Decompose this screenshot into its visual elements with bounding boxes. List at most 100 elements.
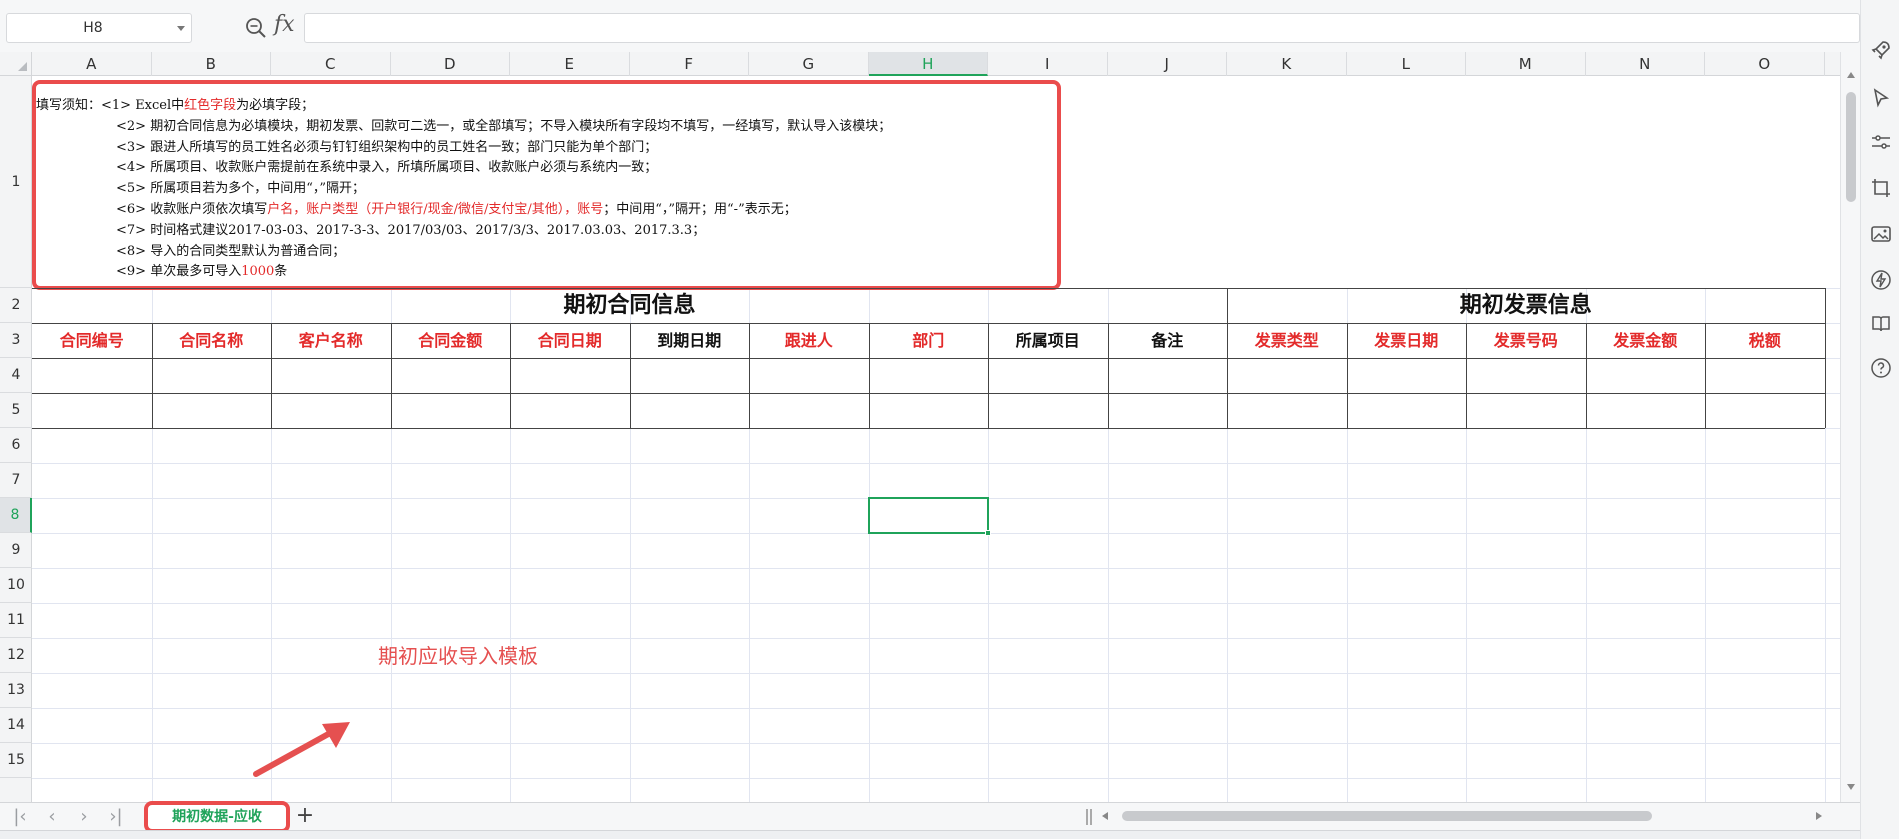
row-header-6[interactable]: 6 [0,428,32,463]
lightning-icon[interactable] [1869,268,1893,292]
side-toolbar [1860,0,1899,839]
row-header-14[interactable]: 14 [0,708,32,743]
column-field-header[interactable]: 合同日期 [510,323,630,358]
selected-cell[interactable] [867,497,989,534]
invoice-section-title: 期初发票信息 [1459,292,1592,318]
annotation-label: 期初应收导入模板 [378,644,538,668]
scroll-up-icon[interactable] [1847,72,1855,78]
row-header-12[interactable]: 12 [0,638,32,673]
row-header-1[interactable]: 1 [0,76,32,288]
table-border-horizontal [32,358,1825,359]
column-field-header[interactable]: 备注 [1108,323,1228,358]
first-sheet-icon[interactable]: |‹ [10,807,30,827]
sheet-tab-active[interactable]: 期初数据-应收 [144,801,290,833]
row-header-7[interactable]: 7 [0,463,32,498]
last-sheet-icon[interactable]: ›| [106,807,126,827]
column-field-header[interactable]: 所属项目 [988,323,1108,358]
column-field-header[interactable]: 发票金额 [1586,323,1706,358]
column-header-d[interactable]: D [391,52,510,76]
crop-icon[interactable] [1869,176,1893,200]
fill-handle[interactable] [985,530,991,536]
column-header-b[interactable]: B [152,52,271,76]
table-border-horizontal [32,428,1825,429]
sheet-tab-label: 期初数据-应收 [172,809,262,825]
row-header-9[interactable]: 9 [0,533,32,568]
row-headers: 1 2 3 4 5 6 7 8 9 10 11 12 13 14 15 [0,76,32,802]
column-field-header[interactable]: 发票号码 [1466,323,1586,358]
gridline-horizontal [32,463,1840,464]
select-all-icon [18,62,27,71]
prev-sheet-icon[interactable]: ‹ [42,807,62,827]
name-box-dropdown-icon[interactable] [177,26,185,31]
row-header-11[interactable]: 11 [0,603,32,638]
column-header-g[interactable]: G [749,52,869,76]
table-border-vertical [1227,288,1228,428]
book-icon[interactable] [1869,312,1893,336]
column-field-header[interactable]: 部门 [869,323,989,358]
row-header-3[interactable]: 3 [0,323,32,358]
formula-input[interactable] [304,13,1860,43]
help-icon[interactable] [1869,356,1893,380]
status-bar [0,830,1860,839]
fx-icon[interactable]: fx [274,12,295,37]
scroll-left-icon[interactable] [1102,812,1108,820]
column-field-header[interactable]: 合同金额 [391,323,511,358]
gridline-horizontal [32,603,1840,604]
gridline-horizontal [32,708,1840,709]
row-header-15[interactable]: 15 [0,743,32,778]
cursor-icon[interactable] [1869,86,1893,110]
column-header-e[interactable]: E [510,52,630,76]
spreadsheet-grid: ABCDEFGHIJKLMNO 1 2 3 4 5 6 7 8 9 10 11 12 13 14 15 填写… [0,52,1840,802]
vertical-scroll-thumb[interactable] [1846,92,1856,202]
row-header-5[interactable]: 5 [0,393,32,428]
column-field-header[interactable]: 合同名称 [152,323,272,358]
gridline-horizontal [32,673,1840,674]
name-box[interactable]: H8 [6,13,192,43]
column-header-o[interactable]: O [1705,52,1825,76]
column-field-header[interactable]: 发票类型 [1227,323,1347,358]
gridline-horizontal [32,568,1840,569]
horizontal-scrollbar[interactable] [1092,807,1828,825]
row-header-10[interactable]: 10 [0,568,32,603]
column-field-header[interactable]: 税额 [1705,323,1825,358]
gridline-horizontal [32,638,1840,639]
annotation-arrow-icon [253,722,350,777]
column-header-f[interactable]: F [630,52,749,76]
cell-area[interactable]: 填写须知：<1> Excel中红色字段为必填字段； <2> 期初合同信息为必填模块… [32,76,1840,802]
sliders-icon[interactable] [1869,130,1893,154]
column-field-header[interactable]: 跟进人 [749,323,869,358]
column-header-a[interactable]: A [32,52,152,76]
column-field-header[interactable]: 合同编号 [32,323,152,358]
scroll-down-icon[interactable] [1847,784,1855,790]
column-header-k[interactable]: K [1227,52,1347,76]
row-header-8[interactable]: 8 [0,498,32,533]
contract-section-title: 期初合同信息 [563,292,696,318]
column-header-l[interactable]: L [1347,52,1466,76]
row-header-13[interactable]: 13 [0,673,32,708]
name-box-value: H8 [83,20,103,36]
table-border-horizontal [32,288,1825,289]
column-field-header[interactable]: 发票日期 [1347,323,1467,358]
column-header-m[interactable]: M [1466,52,1586,76]
instructions-highlight-box [32,80,1061,290]
scroll-right-icon[interactable] [1816,812,1822,820]
next-sheet-icon[interactable]: › [74,807,94,827]
image-icon[interactable] [1869,222,1893,246]
sheet-tab-bar: |‹ ‹ › ›| 期初数据-应收 + [0,801,1860,833]
select-all-corner[interactable] [0,52,32,76]
column-header-h[interactable]: H [868,52,988,76]
row-header-4[interactable]: 4 [0,358,32,393]
column-header-c[interactable]: C [271,52,391,76]
column-field-header[interactable]: 到期日期 [630,323,750,358]
zoom-icon[interactable] [244,16,268,40]
column-header-j[interactable]: J [1108,52,1227,76]
vertical-scrollbar[interactable] [1840,52,1860,802]
column-header-n[interactable]: N [1586,52,1705,76]
horizontal-scroll-thumb[interactable] [1122,811,1652,821]
column-header-i[interactable]: I [988,52,1108,76]
table-border-vertical [1824,288,1826,428]
row-header-2[interactable]: 2 [0,288,32,323]
rocket-icon[interactable] [1869,38,1893,62]
column-field-header[interactable]: 客户名称 [271,323,391,358]
add-sheet-icon[interactable]: + [294,805,316,827]
